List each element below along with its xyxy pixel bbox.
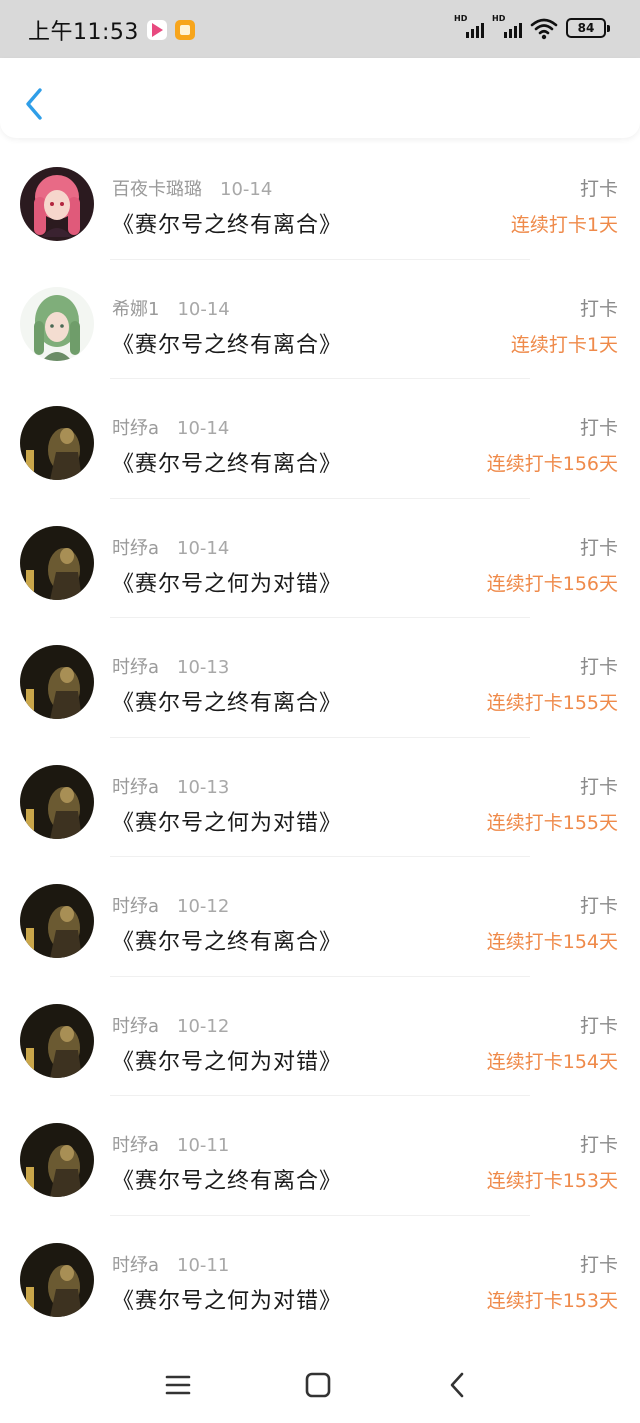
work-title[interactable]: 《赛尔号之何为对错》 <box>112 566 342 598</box>
avatar[interactable] <box>20 286 94 361</box>
user-name[interactable]: 时纾a <box>112 892 159 918</box>
avatar[interactable] <box>20 764 94 839</box>
feed-item[interactable]: 时纾a 10-13 《赛尔号之何为对错》 打卡 连续打卡155天 <box>0 738 640 857</box>
signal-icon: HD <box>454 14 484 40</box>
post-date: 10-12 <box>177 896 230 917</box>
checkin-feed: 百夜卡璐璐 10-14 《赛尔号之终有离合》 打卡 连续打卡1天 希娜1 10-… <box>0 140 640 1335</box>
feed-item[interactable]: 时纾a 10-13 《赛尔号之终有离合》 打卡 连续打卡155天 <box>0 618 640 738</box>
user-name[interactable]: 时纾a <box>112 1251 159 1277</box>
checkin-label: 打卡 <box>579 297 618 320</box>
checkin-label: 打卡 <box>579 536 618 559</box>
feed-item[interactable]: 时纾a 10-12 《赛尔号之何为对错》 打卡 连续打卡154天 <box>0 977 640 1096</box>
feed-item[interactable]: 百夜卡璐璐 10-14 《赛尔号之终有离合》 打卡 连续打卡1天 <box>0 140 640 260</box>
post-date: 10-14 <box>177 537 230 559</box>
feed-item[interactable]: 时纾a 10-14 《赛尔号之终有离合》 打卡 连续打卡156天 <box>0 379 640 499</box>
work-title[interactable]: 《赛尔号之何为对错》 <box>112 1044 342 1076</box>
video-app-icon <box>146 20 167 40</box>
feed-item[interactable]: 时纾a 10-11 《赛尔号之终有离合》 打卡 连续打卡153天 <box>0 1096 640 1216</box>
work-title[interactable]: 《赛尔号之何为对错》 <box>112 1283 342 1315</box>
work-title[interactable]: 《赛尔号之何为对错》 <box>112 805 342 837</box>
back-icon[interactable] <box>443 1370 473 1400</box>
user-name[interactable]: 百夜卡璐璐 <box>112 175 202 201</box>
streak-text: 连续打卡154天 <box>486 931 618 953</box>
checkin-label: 打卡 <box>579 1134 618 1156</box>
post-date: 10-14 <box>177 298 230 320</box>
checkin-label: 打卡 <box>579 775 618 798</box>
status-bar: 上午11:53 HD HD 84 <box>0 0 640 60</box>
home-icon[interactable] <box>303 1370 333 1400</box>
signal-icon: HD <box>492 14 522 40</box>
user-name[interactable]: 时纾a <box>112 414 159 440</box>
post-date: 10-13 <box>177 657 230 678</box>
post-date: 10-12 <box>177 1015 230 1037</box>
feed-item[interactable]: 希娜1 10-14 《赛尔号之终有离合》 打卡 连续打卡1天 <box>0 260 640 379</box>
streak-text: 连续打卡155天 <box>486 811 618 834</box>
user-name[interactable]: 时纾a <box>112 1131 159 1157</box>
streak-text: 连续打卡156天 <box>486 453 618 475</box>
avatar[interactable] <box>20 884 94 958</box>
chevron-left-icon[interactable] <box>20 84 50 124</box>
checkin-label: 打卡 <box>579 1014 618 1037</box>
status-time: 上午11:53 <box>28 20 139 45</box>
checkin-label: 打卡 <box>579 417 618 439</box>
user-name[interactable]: 时纾a <box>112 653 159 679</box>
avatar[interactable] <box>20 406 94 480</box>
menu-icon[interactable] <box>163 1370 193 1400</box>
avatar[interactable] <box>20 1242 94 1317</box>
post-date: 10-13 <box>177 776 230 798</box>
streak-text: 连续打卡1天 <box>510 333 618 356</box>
post-date: 10-14 <box>220 179 273 200</box>
post-date: 10-11 <box>177 1254 230 1276</box>
avatar[interactable] <box>20 525 94 600</box>
battery-icon: 84 <box>566 18 610 38</box>
work-title[interactable]: 《赛尔号之终有离合》 <box>112 446 342 478</box>
reader-app-icon <box>174 20 195 40</box>
work-title[interactable]: 《赛尔号之终有离合》 <box>112 207 342 239</box>
checkin-label: 打卡 <box>579 178 618 200</box>
wifi-icon <box>530 18 558 40</box>
streak-text: 连续打卡1天 <box>510 214 618 236</box>
streak-text: 连续打卡154天 <box>486 1050 618 1073</box>
user-name[interactable]: 希娜1 <box>112 295 159 321</box>
work-title[interactable]: 《赛尔号之终有离合》 <box>112 685 342 717</box>
avatar[interactable] <box>20 645 94 719</box>
work-title[interactable]: 《赛尔号之终有离合》 <box>112 327 342 359</box>
checkin-label: 打卡 <box>579 1253 618 1276</box>
avatar[interactable] <box>20 167 94 241</box>
avatar[interactable] <box>20 1123 94 1197</box>
post-date: 10-11 <box>177 1135 230 1156</box>
post-date: 10-14 <box>177 418 230 439</box>
user-name[interactable]: 时纾a <box>112 1012 159 1038</box>
user-name[interactable]: 时纾a <box>112 773 159 799</box>
streak-text: 连续打卡155天 <box>486 692 618 714</box>
streak-text: 连续打卡153天 <box>486 1289 618 1312</box>
system-nav-bar <box>0 1342 640 1423</box>
feed-item[interactable]: 时纾a 10-11 《赛尔号之何为对错》 打卡 连续打卡153天 <box>0 1216 640 1336</box>
page-header <box>0 58 640 138</box>
avatar[interactable] <box>20 1003 94 1078</box>
work-title[interactable]: 《赛尔号之终有离合》 <box>112 1163 342 1195</box>
streak-text: 连续打卡156天 <box>486 572 618 595</box>
feed-item[interactable]: 时纾a 10-14 《赛尔号之何为对错》 打卡 连续打卡156天 <box>0 499 640 618</box>
user-name[interactable]: 时纾a <box>112 534 159 560</box>
work-title[interactable]: 《赛尔号之终有离合》 <box>112 924 342 956</box>
checkin-label: 打卡 <box>579 895 618 917</box>
streak-text: 连续打卡153天 <box>486 1170 618 1192</box>
feed-item[interactable]: 时纾a 10-12 《赛尔号之终有离合》 打卡 连续打卡154天 <box>0 857 640 977</box>
checkin-label: 打卡 <box>579 656 618 678</box>
